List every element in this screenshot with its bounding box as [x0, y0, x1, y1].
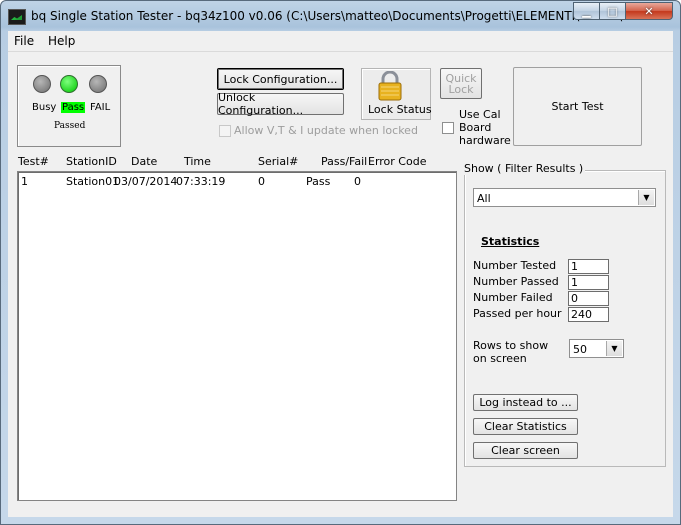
title-bar[interactable]: bq Single Station Tester - bq34z100 v0.0…	[1, 1, 680, 31]
fail-led-icon	[89, 75, 107, 93]
column-station-id: StationID	[66, 155, 117, 168]
rows-to-show-select[interactable]: 50 ▼	[569, 339, 624, 358]
log-instead-label: Log instead to ...	[479, 396, 572, 409]
chevron-down-icon[interactable]: ▼	[606, 341, 622, 356]
filter-selected-value: All	[477, 192, 491, 205]
passed-per-hour-label: Passed per hour	[473, 307, 562, 320]
window-title: bq Single Station Tester - bq34z100 v0.0…	[31, 9, 634, 23]
column-pass-fail: Pass/Fail	[321, 155, 368, 168]
pass-led-icon	[60, 75, 78, 93]
column-test-number: Test#	[18, 155, 49, 168]
clear-statistics-label: Clear Statistics	[484, 420, 567, 433]
passed-per-hour-field[interactable]: 240	[568, 307, 609, 322]
busy-label: Busy	[32, 102, 57, 113]
menu-bar: File Help	[8, 31, 673, 52]
pass-label: Pass	[61, 102, 86, 113]
rows-selected-value: 50	[573, 343, 587, 356]
filter-select[interactable]: All ▼	[473, 188, 656, 207]
menu-file[interactable]: File	[14, 34, 34, 48]
row-error-code: 0	[354, 175, 361, 188]
number-failed-label: Number Failed	[473, 291, 553, 304]
close-button[interactable]: ✕	[625, 2, 673, 20]
column-date: Date	[131, 155, 158, 168]
number-passed-label: Number Passed	[473, 275, 559, 288]
number-passed-field[interactable]: 1	[568, 275, 609, 290]
filter-group-title: Show ( Filter Results )	[462, 162, 586, 175]
minimize-icon: ▁	[582, 4, 591, 18]
maximize-icon: □	[607, 4, 618, 18]
unlock-configuration-button[interactable]: Unlock Configuration...	[217, 91, 344, 117]
client-area: Busy Pass FAIL Passed Lock Configuration…	[8, 52, 673, 517]
number-tested-label: Number Tested	[473, 259, 557, 272]
row-test-number: 1	[21, 175, 28, 188]
clear-screen-label: Clear screen	[491, 444, 560, 457]
maximize-button[interactable]: □	[599, 2, 626, 20]
unlock-configuration-label: Unlock Configuration...	[218, 91, 304, 117]
lock-status-label: Lock Status	[368, 103, 432, 116]
busy-led-icon	[33, 75, 51, 93]
use-cal-board-label: Use Cal Board hardware	[459, 108, 511, 147]
row-time: 07:33:19	[176, 175, 226, 188]
use-cal-board-checkbox[interactable]	[442, 122, 454, 134]
clear-statistics-button[interactable]: Clear Statistics	[473, 418, 578, 435]
row-serial: 0	[258, 175, 265, 188]
quick-lock-label: Quick Lock	[445, 71, 477, 96]
minimize-button[interactable]: ▁	[573, 2, 600, 20]
row-station-id: Station01	[66, 175, 120, 188]
start-test-label: Start Test	[551, 100, 604, 113]
quick-lock-button[interactable]: Quick Lock	[440, 68, 482, 99]
app-chart-icon	[8, 9, 26, 25]
row-date: 03/07/2014	[114, 175, 178, 188]
results-list[interactable]: 1 Station01 03/07/2014 07:33:19 0 Pass 0	[17, 171, 457, 501]
fail-label: FAIL	[90, 102, 111, 113]
row-pass-fail: Pass	[306, 175, 331, 188]
allow-update-label: Allow V,T & I update when locked	[234, 124, 418, 137]
column-time: Time	[184, 155, 211, 168]
close-icon: ✕	[644, 4, 654, 18]
lock-status-panel: Lock Status	[361, 68, 432, 120]
status-panel: Busy Pass FAIL Passed	[17, 65, 121, 147]
allow-update-checkbox[interactable]	[219, 125, 231, 137]
number-tested-field[interactable]: 1	[568, 259, 609, 274]
table-row[interactable]: 1 Station01 03/07/2014 07:33:19 0 Pass 0	[18, 172, 456, 188]
result-text: Passed	[54, 121, 86, 131]
lock-configuration-label: Lock Configuration...	[223, 72, 338, 86]
main-window: bq Single Station Tester - bq34z100 v0.0…	[0, 0, 681, 525]
menu-help[interactable]: Help	[48, 34, 75, 48]
column-error-code: Error Code	[368, 155, 427, 168]
statistics-title: Statistics	[481, 235, 540, 248]
rows-to-show-label: Rows to show on screen	[473, 339, 549, 365]
start-test-button[interactable]: Start Test	[513, 67, 642, 146]
clear-screen-button[interactable]: Clear screen	[473, 442, 578, 459]
log-instead-button[interactable]: Log instead to ...	[473, 394, 578, 411]
lock-configuration-button[interactable]: Lock Configuration...	[217, 68, 344, 90]
number-failed-field[interactable]: 0	[568, 291, 609, 306]
column-serial: Serial#	[258, 155, 299, 168]
chevron-down-icon[interactable]: ▼	[638, 190, 654, 205]
padlock-icon	[378, 71, 402, 101]
